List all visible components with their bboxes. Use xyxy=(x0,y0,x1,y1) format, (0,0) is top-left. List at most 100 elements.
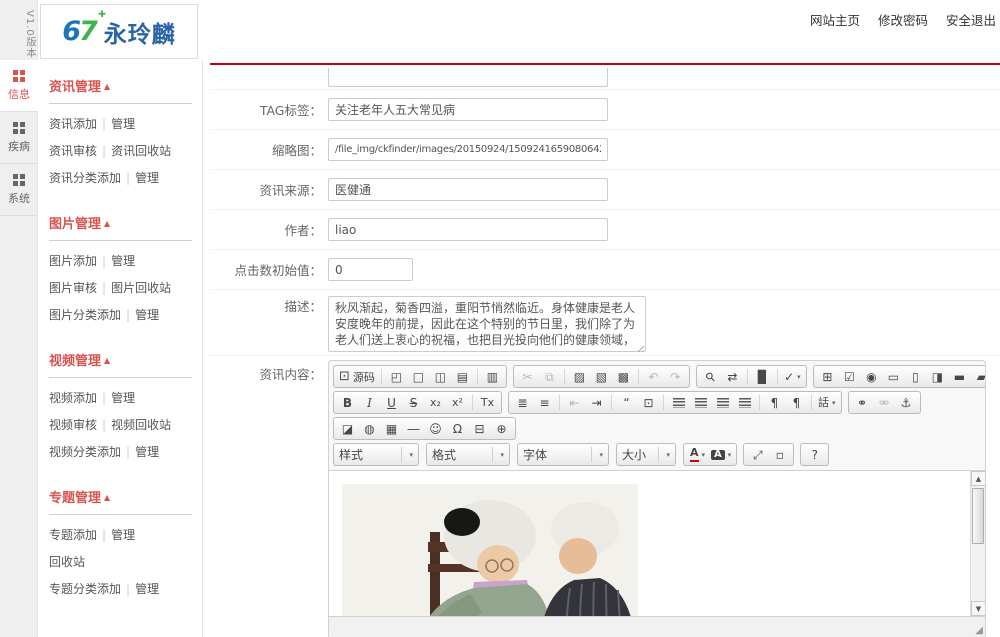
editor-content-area[interactable]: ▲ ▼ xyxy=(329,470,985,616)
iframe-button[interactable]: ⊕ xyxy=(491,419,512,438)
print-button[interactable]: ▤ xyxy=(452,367,473,386)
clicks-input[interactable] xyxy=(328,258,413,281)
rail-item-disease[interactable]: 疾病 xyxy=(0,112,38,164)
rail-item-info[interactable]: 信息 xyxy=(0,60,38,112)
smiley-button[interactable]: ☺ xyxy=(425,419,446,438)
bulleted-list-button[interactable]: ≡ xyxy=(534,393,555,412)
font-combo[interactable]: 字体▾ xyxy=(517,443,609,466)
radio-button[interactable]: ◉ xyxy=(861,367,882,386)
author-input[interactable] xyxy=(328,218,608,241)
indent-button[interactable]: ⇥ xyxy=(586,393,607,412)
paste-button[interactable]: ▨ xyxy=(569,367,590,386)
scrollbar-thumb[interactable] xyxy=(972,488,984,544)
find-button[interactable]: ⚲ xyxy=(700,367,721,386)
select-all-button[interactable]: ▉ xyxy=(752,367,773,386)
align-center-button[interactable] xyxy=(690,393,711,412)
sidebar-link[interactable]: 管理 xyxy=(135,308,159,322)
sidebar-link[interactable]: 管理 xyxy=(111,528,135,542)
link-button[interactable]: ⚭ xyxy=(852,393,873,412)
about-button[interactable]: ? xyxy=(804,445,825,464)
bidi-ltr-button[interactable]: ¶ xyxy=(764,393,785,412)
styles-combo[interactable]: 样式▾ xyxy=(333,443,419,466)
tag-input[interactable] xyxy=(328,98,608,121)
sidebar-section-title[interactable]: 视频管理▲ xyxy=(49,344,192,375)
textarea-button[interactable]: ▯ xyxy=(905,367,926,386)
scroll-down-button[interactable]: ▼ xyxy=(971,601,985,616)
hr-button[interactable]: ― xyxy=(403,419,424,438)
sidebar-link[interactable]: 管理 xyxy=(135,582,159,596)
sidebar-link[interactable]: 回收站 xyxy=(49,555,85,569)
source-button[interactable]: ⊡源码 xyxy=(337,367,377,386)
sidebar-section-title[interactable]: 专题管理▲ xyxy=(49,481,192,512)
spellcheck-button[interactable]: ✓▾ xyxy=(782,367,803,386)
description-textarea[interactable]: 秋风渐起，菊香四溢，重阳节悄然临近。身体健康是老人安度晚年的前提，因此在这个特别… xyxy=(328,296,646,352)
sidebar-link[interactable]: 管理 xyxy=(135,171,159,185)
sidebar-link[interactable]: 管理 xyxy=(111,117,135,131)
align-justify-button[interactable] xyxy=(734,393,755,412)
button-button[interactable]: ▬ xyxy=(949,367,970,386)
unlink-button[interactable]: ⚮ xyxy=(874,393,895,412)
size-combo[interactable]: 大小▾ xyxy=(616,443,676,466)
maximize-button[interactable]: ⤢ xyxy=(747,445,768,464)
topbar-link[interactable]: 安全退出 xyxy=(946,10,996,29)
sidebar-link[interactable]: 资讯添加 xyxy=(49,117,97,131)
paste-text-button[interactable]: ▧ xyxy=(591,367,612,386)
replace-button[interactable]: ⇄ xyxy=(722,367,743,386)
sidebar-link[interactable]: 视频回收站 xyxy=(111,418,171,432)
sidebar-link[interactable]: 管理 xyxy=(111,254,135,268)
format-combo[interactable]: 格式▾ xyxy=(426,443,510,466)
rail-item-system[interactable]: 系统 xyxy=(0,164,38,216)
sidebar-link[interactable]: 专题分类添加 xyxy=(49,582,121,596)
text-color-button[interactable]: A▾ xyxy=(687,445,708,464)
source-input[interactable] xyxy=(328,178,608,201)
sidebar-link[interactable]: 专题添加 xyxy=(49,528,97,542)
preview-button[interactable]: ◫ xyxy=(430,367,451,386)
flash-button[interactable]: ◍ xyxy=(359,419,380,438)
image-button[interactable]: ◪ xyxy=(337,419,358,438)
align-left-button[interactable] xyxy=(668,393,689,412)
new-page-button[interactable]: □ xyxy=(408,367,429,386)
page-break-button[interactable]: ⊟ xyxy=(469,419,490,438)
language-button[interactable]: 話▾ xyxy=(816,393,838,412)
div-button[interactable]: ⊡ xyxy=(638,393,659,412)
paste-word-button[interactable]: ▩ xyxy=(613,367,634,386)
redo-button[interactable]: ↷ xyxy=(665,367,686,386)
sidebar-link[interactable]: 图片添加 xyxy=(49,254,97,268)
sidebar-link[interactable]: 视频审核 xyxy=(49,418,97,432)
align-right-button[interactable] xyxy=(712,393,733,412)
subscript-button[interactable]: x₂ xyxy=(425,393,446,412)
show-blocks-button[interactable]: ▫ xyxy=(769,445,790,464)
strike-button[interactable]: S xyxy=(403,393,424,412)
copy-button[interactable]: ⧉ xyxy=(539,367,560,386)
partial-input[interactable] xyxy=(328,68,608,87)
scroll-up-button[interactable]: ▲ xyxy=(971,471,985,486)
checkbox-button[interactable]: ☑ xyxy=(839,367,860,386)
outdent-button[interactable]: ⇤ xyxy=(564,393,585,412)
topbar-link[interactable]: 修改密码 xyxy=(878,10,928,29)
bidi-rtl-button[interactable]: ¶ xyxy=(786,393,807,412)
sidebar-link[interactable]: 资讯审核 xyxy=(49,144,97,158)
undo-button[interactable]: ↶ xyxy=(643,367,664,386)
form-button[interactable]: ⊞ xyxy=(817,367,838,386)
save-button[interactable]: ◰ xyxy=(386,367,407,386)
image-button-button[interactable]: ▰ xyxy=(971,367,986,386)
sidebar-link[interactable]: 图片审核 xyxy=(49,281,97,295)
select-field-button[interactable]: ◨ xyxy=(927,367,948,386)
bold-button[interactable]: B xyxy=(337,393,358,412)
table-button[interactable]: ▦ xyxy=(381,419,402,438)
sidebar-link[interactable]: 管理 xyxy=(111,391,135,405)
sidebar-section-title[interactable]: 资讯管理▲ xyxy=(49,70,192,101)
topbar-link[interactable]: 网站主页 xyxy=(810,10,860,29)
sidebar-section-title[interactable]: 图片管理▲ xyxy=(49,207,192,238)
bg-color-button[interactable]: A▾ xyxy=(709,445,733,464)
editor-resize-grip[interactable]: ◢ xyxy=(975,626,983,636)
sidebar-link[interactable]: 管理 xyxy=(135,445,159,459)
sidebar-link[interactable]: 视频添加 xyxy=(49,391,97,405)
sidebar-link[interactable]: 资讯分类添加 xyxy=(49,171,121,185)
anchor-button[interactable]: ⚓ xyxy=(896,393,917,412)
numbered-list-button[interactable]: ≣ xyxy=(512,393,533,412)
superscript-button[interactable]: x² xyxy=(447,393,468,412)
thumbnail-input[interactable] xyxy=(328,138,608,161)
cut-button[interactable]: ✂ xyxy=(517,367,538,386)
sidebar-link[interactable]: 图片分类添加 xyxy=(49,308,121,322)
